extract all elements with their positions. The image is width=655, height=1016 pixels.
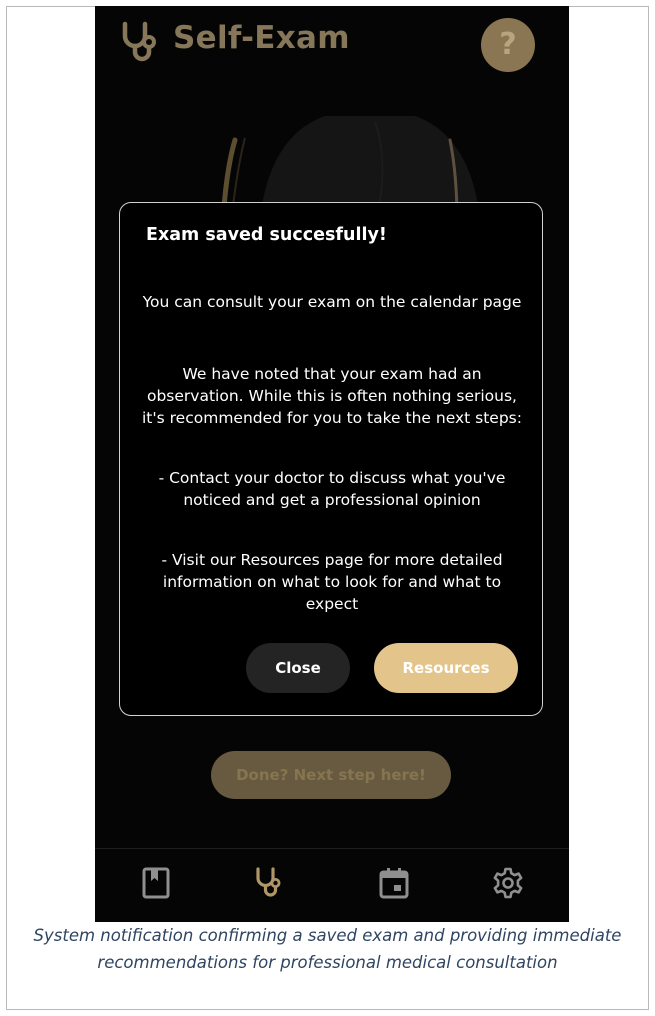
dialog-message-calendar: You can consult your exam on the calenda… <box>142 293 522 311</box>
stethoscope-icon <box>122 21 156 62</box>
exam-saved-dialog: Exam saved succesfully! You can consult … <box>119 202 543 716</box>
gear-icon[interactable] <box>491 866 525 900</box>
app-title: Self-Exam <box>173 20 350 56</box>
dialog-message-resources: - Visit our Resources page for more deta… <box>161 551 503 613</box>
app-screen: Self-Exam ? Done? Next step here! Exam s <box>95 6 569 922</box>
calendar-icon[interactable] <box>377 866 411 900</box>
dialog-message-contact-doctor: - Contact your doctor to discuss what yo… <box>158 469 506 509</box>
figure-caption: System notification confirming a saved e… <box>33 926 622 972</box>
book-icon[interactable] <box>139 866 173 900</box>
help-button[interactable]: ? <box>481 18 535 72</box>
dialog-message-observation: We have noted that your exam had an obse… <box>142 365 522 427</box>
resources-button[interactable]: Resources <box>374 643 518 693</box>
next-step-button[interactable]: Done? Next step here! <box>211 751 451 799</box>
dialog-title: Exam saved succesfully! <box>146 225 387 245</box>
close-button[interactable]: Close <box>246 643 350 693</box>
nav-divider <box>95 848 569 849</box>
stethoscope-icon[interactable] <box>253 866 287 900</box>
